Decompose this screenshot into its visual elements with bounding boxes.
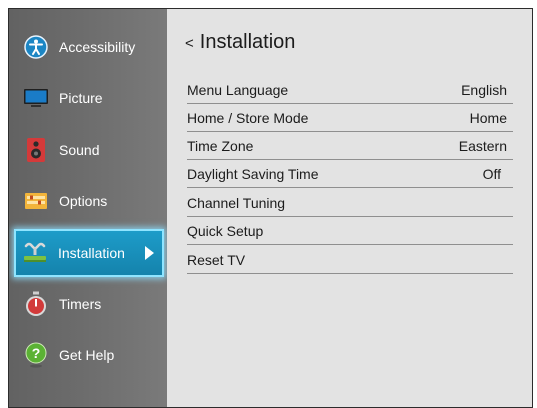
menu-item-time-zone[interactable]: Time Zone Eastern (187, 132, 513, 160)
sidebar-item-label: Installation (58, 245, 125, 261)
page-title: Installation (199, 31, 296, 53)
sidebar-item-timers[interactable]: Timers (9, 280, 167, 328)
accessibility-icon (23, 34, 49, 60)
picture-icon (23, 85, 49, 111)
installation-icon (22, 240, 48, 266)
sidebar-item-sound[interactable]: Sound (9, 126, 167, 174)
menu-item-label: Daylight Saving Time (187, 165, 319, 182)
menu-item-value: Eastern (458, 137, 507, 154)
sidebar-item-label: Get Help (59, 347, 115, 363)
menu-item-home-store-mode[interactable]: Home / Store Mode Home (187, 104, 513, 132)
tv-menu-window: Accessibility Picture Sound Options Inst… (8, 8, 533, 408)
help-icon: ? (23, 342, 49, 368)
sidebar-item-label: Accessibility (59, 39, 136, 55)
speaker-icon (23, 137, 49, 163)
menu-item-label: Reset TV (187, 251, 246, 268)
menu-item-value: Home (469, 109, 507, 126)
sidebar: Accessibility Picture Sound Options Inst… (9, 9, 167, 407)
sidebar-item-label: Options (59, 193, 108, 209)
back-button[interactable]: < (185, 35, 194, 52)
menu-item-channel-tuning[interactable]: Channel Tuning (187, 189, 513, 217)
sidebar-item-get-help[interactable]: ? Get Help (9, 331, 167, 379)
timer-icon (23, 291, 49, 317)
sidebar-item-picture[interactable]: Picture (9, 74, 167, 122)
sidebar-item-label: Sound (59, 142, 100, 158)
menu-item-menu-language[interactable]: Menu Language English (187, 76, 513, 104)
sidebar-item-installation[interactable]: Installation (14, 229, 164, 277)
sidebar-item-accessibility[interactable]: Accessibility (9, 23, 167, 71)
svg-text:?: ? (32, 345, 41, 361)
menu-item-label: Quick Setup (187, 222, 264, 239)
sidebar-item-options[interactable]: Options (9, 177, 167, 225)
menu-item-label: Menu Language (187, 81, 289, 98)
sidebar-item-label: Picture (59, 90, 103, 106)
sidebar-item-label: Timers (59, 296, 102, 312)
page-header: < Installation (185, 31, 295, 54)
menu-item-reset-tv[interactable]: Reset TV (187, 246, 513, 274)
menu-item-label: Channel Tuning (187, 194, 286, 211)
menu-item-label: Home / Store Mode (187, 109, 309, 126)
menu-item-value: English (461, 81, 507, 98)
menu-item-daylight-saving-time[interactable]: Daylight Saving Time Off (187, 160, 513, 188)
menu-item-label: Time Zone (187, 137, 254, 154)
main-panel: < Installation Menu Language English Hom… (167, 9, 532, 407)
menu-item-quick-setup[interactable]: Quick Setup (187, 217, 513, 245)
menu-item-value: Off (482, 165, 501, 182)
chevron-right-icon (145, 246, 154, 260)
options-icon (23, 188, 49, 214)
